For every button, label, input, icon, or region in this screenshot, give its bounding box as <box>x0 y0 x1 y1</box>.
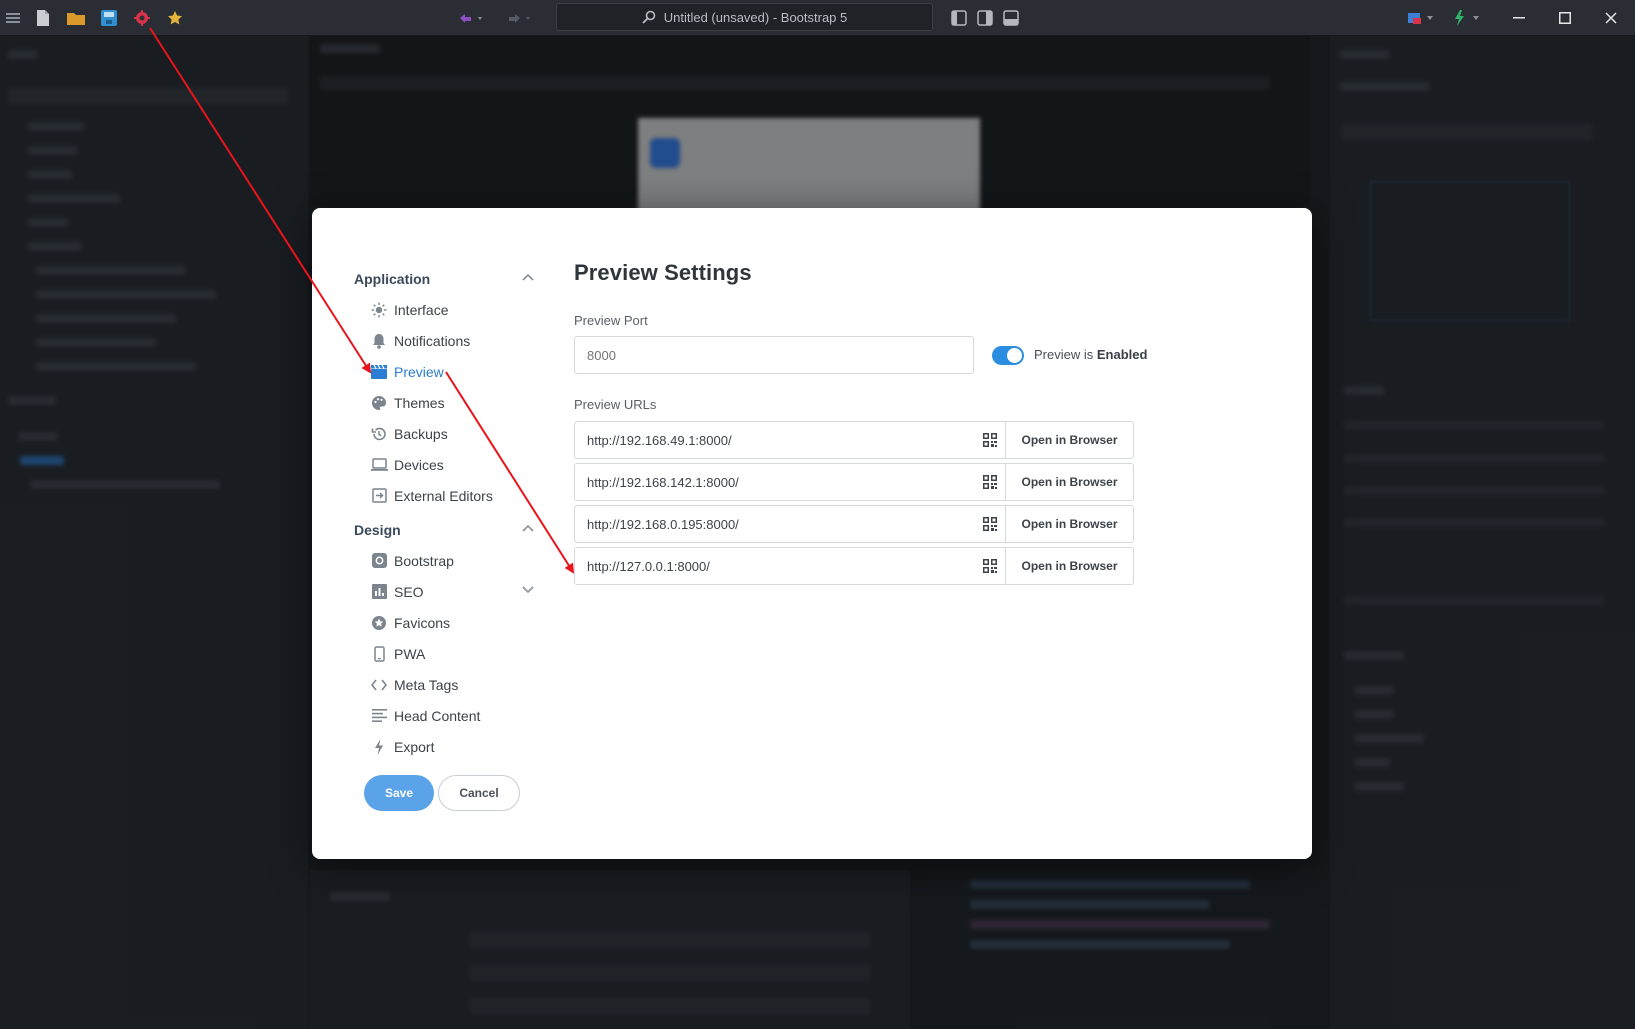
sidebar-item-notifications[interactable]: Notifications <box>354 325 534 356</box>
code-icon <box>370 676 388 694</box>
settings-sidebar: Application Interface Notifications Prev… <box>354 268 534 762</box>
preview-port-label: Preview Port <box>574 313 648 328</box>
sidebar-item-label: SEO <box>394 583 424 600</box>
laptop-icon <box>370 456 388 474</box>
clapper-icon <box>370 363 388 381</box>
sidebar-item-label: Bootstrap <box>394 552 454 569</box>
settings-dialog: Application Interface Notifications Prev… <box>312 208 1312 859</box>
palette-icon <box>370 394 388 412</box>
sidebar-item-label: PWA <box>394 645 426 662</box>
chevron-down-icon[interactable] <box>522 586 534 594</box>
bolt-icon <box>370 738 388 756</box>
sidebar-item-bootstrap[interactable]: Bootstrap <box>354 545 534 576</box>
search-bar[interactable]: Untitled (unsaved) - Bootstrap 5 <box>556 3 933 31</box>
sidebar-item-meta-tags[interactable]: Meta Tags <box>354 669 534 700</box>
qr-code-icon[interactable] <box>974 422 1006 458</box>
open-in-browser-button[interactable]: Open in Browser <box>1006 548 1133 584</box>
open-in-browser-button[interactable]: Open in Browser <box>1006 464 1133 500</box>
preview-url-row: http://192.168.0.195:8000/Open in Browse… <box>574 505 1134 543</box>
device-icon[interactable] <box>1402 5 1442 31</box>
sidebar-item-label: Head Content <box>394 707 481 724</box>
app-titlebar: Untitled (unsaved) - Bootstrap 5 <box>0 0 1635 36</box>
menu-icon[interactable] <box>0 5 26 31</box>
sidebar-item-label: Themes <box>394 394 445 411</box>
chevron-up-icon[interactable] <box>522 273 534 281</box>
sidebar-item-label: External Editors <box>394 487 493 504</box>
cancel-button[interactable]: Cancel <box>438 775 520 811</box>
star-icon[interactable] <box>162 5 188 31</box>
bell-icon <box>370 332 388 350</box>
preview-url-row: http://127.0.0.1:8000/Open in Browser <box>574 547 1134 585</box>
folder-icon[interactable] <box>63 5 89 31</box>
close-icon[interactable] <box>1588 0 1634 36</box>
external-icon <box>370 487 388 505</box>
sidebar-item-label: Devices <box>394 456 444 473</box>
history-icon <box>370 425 388 443</box>
preview-url-text[interactable]: http://192.168.49.1:8000/ <box>575 433 974 448</box>
settings-icon[interactable] <box>129 5 155 31</box>
qr-code-icon[interactable] <box>974 464 1006 500</box>
flash-icon[interactable] <box>1448 5 1488 31</box>
chevron-up-icon[interactable] <box>522 524 534 532</box>
sidebar-item-label: Export <box>394 738 435 755</box>
preview-url-text[interactable]: http://192.168.142.1:8000/ <box>575 475 974 490</box>
page-title: Preview Settings <box>574 260 752 285</box>
sidebar-item-favicons[interactable]: Favicons <box>354 607 534 638</box>
sidebar-item-label: Favicons <box>394 614 451 631</box>
sidebar-item-label: Preview <box>394 363 444 380</box>
phone-icon <box>370 645 388 663</box>
sidebar-item-pwa[interactable]: PWA <box>354 638 534 669</box>
window-title: Untitled (unsaved) - Bootstrap 5 <box>663 9 848 25</box>
section-application-label: Application <box>354 271 431 287</box>
lines-icon <box>370 707 388 725</box>
open-in-browser-button[interactable]: Open in Browser <box>1006 506 1133 542</box>
sidebar-item-head-content[interactable]: Head Content <box>354 700 534 731</box>
preview-url-text[interactable]: http://192.168.0.195:8000/ <box>575 517 974 532</box>
preview-enabled-toggle[interactable] <box>992 346 1024 365</box>
sidebar-item-devices[interactable]: Devices <box>354 449 534 480</box>
layout-left-icon[interactable] <box>946 5 972 31</box>
save-icon[interactable] <box>96 5 122 31</box>
qr-code-icon[interactable] <box>974 548 1006 584</box>
badge-icon <box>370 614 388 632</box>
sidebar-item-external-editors[interactable]: External Editors <box>354 480 534 511</box>
preview-urls-label: Preview URLs <box>574 397 657 412</box>
open-in-browser-button[interactable]: Open in Browser <box>1006 422 1133 458</box>
preview-port-row: Preview is Enabled <box>574 336 1274 374</box>
save-button[interactable]: Save <box>364 775 434 811</box>
preview-url-row: http://192.168.142.1:8000/Open in Browse… <box>574 463 1134 501</box>
new-file-icon[interactable] <box>30 5 56 31</box>
sidebar-item-label: Interface <box>394 301 449 318</box>
layout-split-icon[interactable] <box>972 5 998 31</box>
section-design[interactable]: Design <box>354 519 534 541</box>
preview-enabled-label: Preview is Enabled <box>1034 347 1148 362</box>
redo-icon[interactable] <box>500 5 540 31</box>
sidebar-item-interface[interactable]: Interface <box>354 294 534 325</box>
section-design-label: Design <box>354 522 401 538</box>
sidebar-item-export[interactable]: Export <box>354 731 534 762</box>
preview-settings-panel: Preview Settings Preview Port Preview is… <box>574 260 1274 585</box>
sidebar-item-label: Notifications <box>394 332 471 349</box>
sun-icon <box>370 301 388 319</box>
undo-icon[interactable] <box>452 5 492 31</box>
preview-url-text[interactable]: http://127.0.0.1:8000/ <box>575 559 974 574</box>
preview-port-input[interactable] <box>574 336 974 374</box>
sidebar-item-label: Meta Tags <box>394 676 459 693</box>
sidebar-item-backups[interactable]: Backups <box>354 418 534 449</box>
sidebar-item-seo[interactable]: SEO <box>354 576 534 607</box>
sidebar-item-themes[interactable]: Themes <box>354 387 534 418</box>
preview-url-list: http://192.168.49.1:8000/Open in Browser… <box>574 421 1274 585</box>
search-icon <box>642 10 656 24</box>
chart-icon <box>370 583 388 601</box>
sidebar-item-preview[interactable]: Preview <box>354 356 534 387</box>
preview-url-row: http://192.168.49.1:8000/Open in Browser <box>574 421 1134 459</box>
section-application[interactable]: Application <box>354 268 534 290</box>
maximize-icon[interactable] <box>1542 0 1588 36</box>
qr-code-icon[interactable] <box>974 506 1006 542</box>
minimize-icon[interactable] <box>1496 0 1542 36</box>
gear-box-icon <box>370 552 388 570</box>
sidebar-item-label: Backups <box>394 425 448 442</box>
layout-bottom-icon[interactable] <box>998 5 1024 31</box>
